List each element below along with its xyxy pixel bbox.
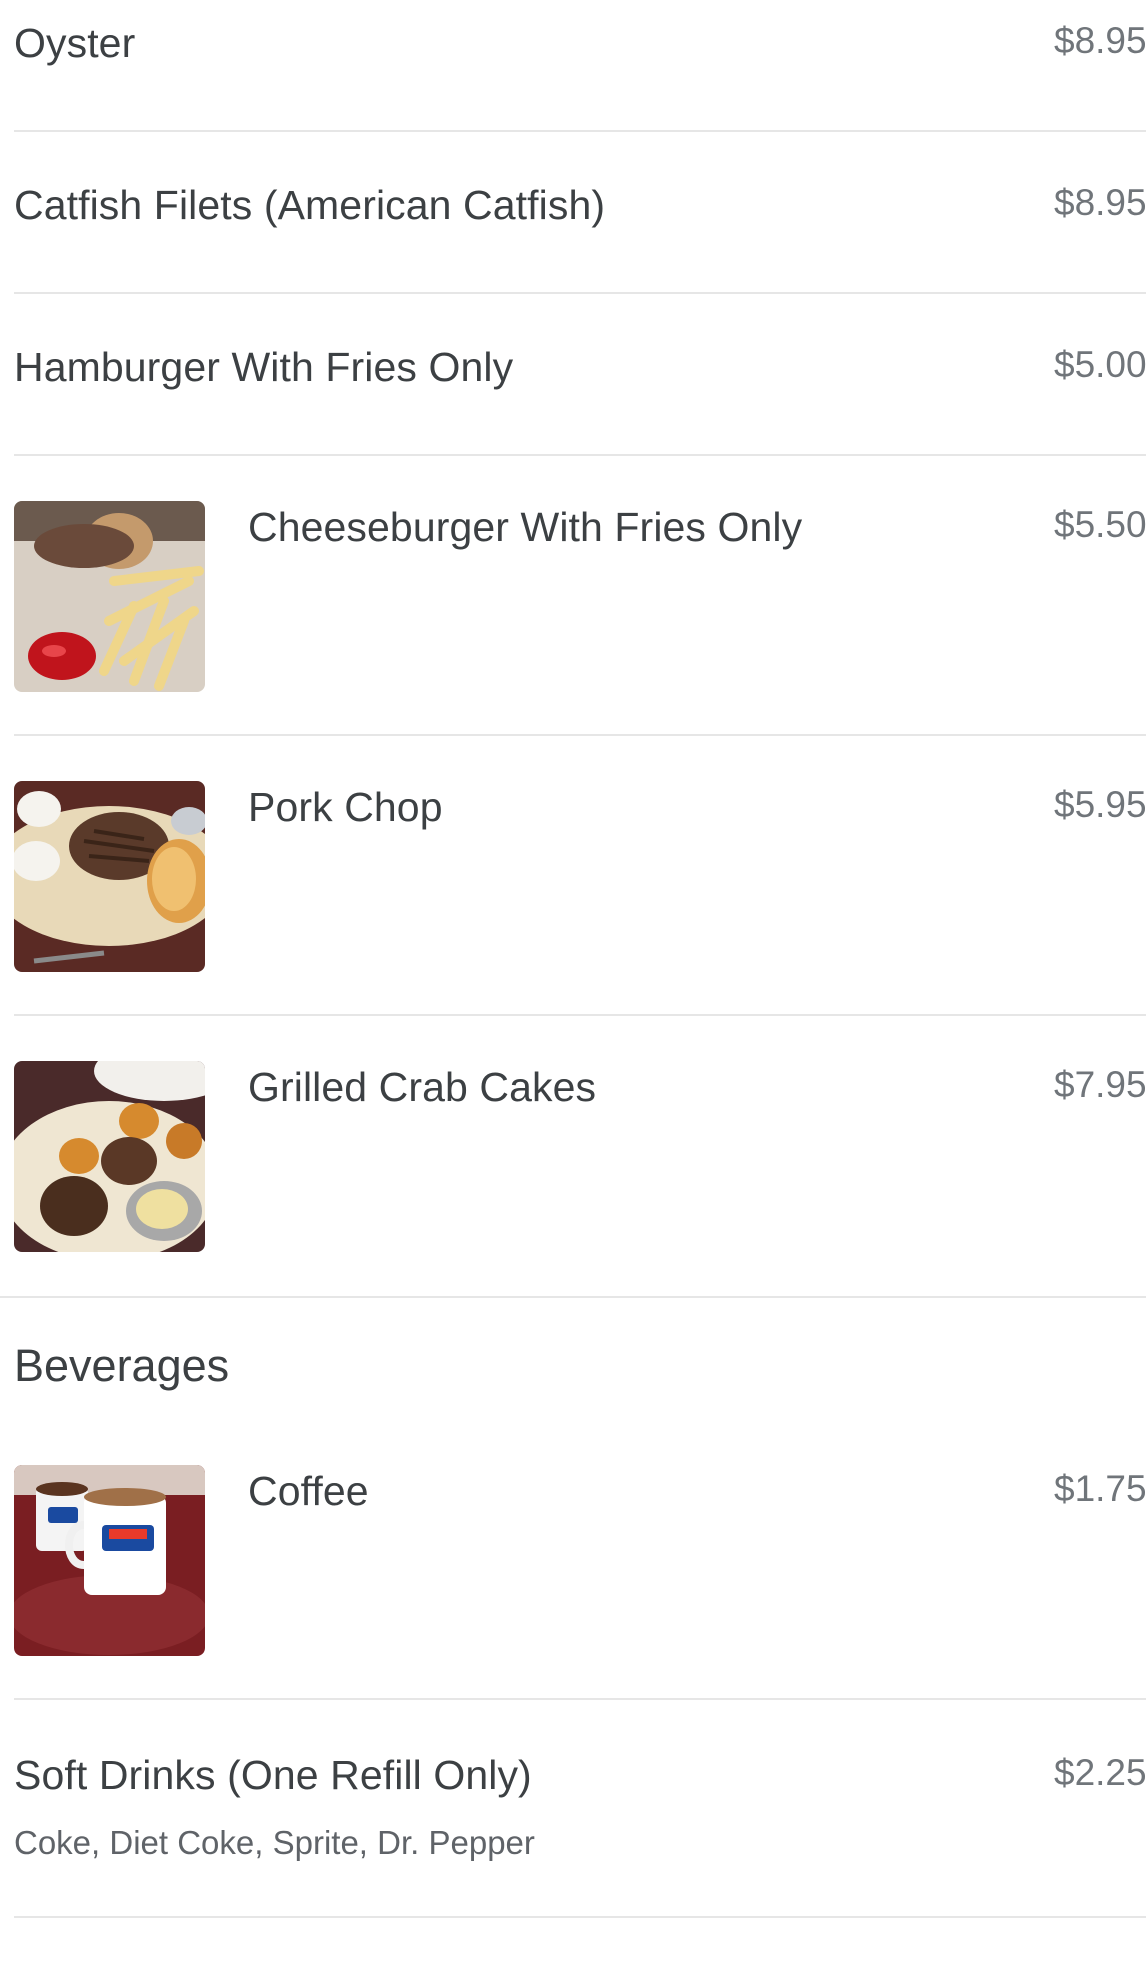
- menu-item-price: $5.00: [1054, 344, 1146, 385]
- menu-item-name: Soft Drinks (One Refill Only): [14, 1752, 532, 1798]
- menu-item-price: $5.50: [1054, 504, 1146, 545]
- section-divider: [0, 1296, 1146, 1298]
- menu-item[interactable]: Soft Drinks (One Refill Only) Coke, Diet…: [14, 1700, 1146, 1918]
- menu-item-name: Catfish Filets (American Catfish): [14, 182, 606, 228]
- menu-item-price: $8.95: [1054, 182, 1146, 223]
- menu-page: Oyster $8.95 Catfish Filets (American Ca…: [0, 0, 1146, 1970]
- menu-item[interactable]: Grilled Crab Cakes $7.95: [14, 1016, 1146, 1294]
- menu-item-name: Grilled Crab Cakes: [248, 1064, 597, 1110]
- menu-item-price: $5.95: [1054, 784, 1146, 825]
- menu-item[interactable]: Cheeseburger With Fries Only $5.50: [14, 456, 1146, 736]
- pork-chop-photo[interactable]: [14, 781, 205, 972]
- menu-item-name: Coffee: [248, 1468, 369, 1514]
- menu-item[interactable]: Hamburger With Fries Only $5.00: [14, 294, 1146, 456]
- menu-item-name: Oyster: [14, 20, 136, 66]
- menu-item-name: Pork Chop: [248, 784, 443, 830]
- menu-item[interactable]: Pork Chop $5.95: [14, 736, 1146, 1016]
- menu-item-name: Hamburger With Fries Only: [14, 344, 514, 390]
- cheeseburger-photo[interactable]: [14, 501, 205, 692]
- menu-item-price: $2.25: [1054, 1752, 1146, 1793]
- coffee-photo[interactable]: [14, 1465, 205, 1656]
- section-title-beverages: Beverages: [14, 1340, 230, 1391]
- menu-item-name: Cheeseburger With Fries Only: [248, 504, 803, 550]
- menu-item-price: $1.75: [1054, 1468, 1146, 1509]
- crab-cakes-photo[interactable]: [14, 1061, 205, 1252]
- menu-item-price: $7.95: [1054, 1064, 1146, 1105]
- menu-item[interactable]: Catfish Filets (American Catfish) $8.95: [14, 132, 1146, 294]
- menu-item-price: $8.95: [1054, 20, 1146, 61]
- menu-item[interactable]: Oyster $8.95: [14, 0, 1146, 132]
- menu-item[interactable]: Coffee $1.75: [14, 1420, 1146, 1700]
- menu-item-description: Coke, Diet Coke, Sprite, Dr. Pepper: [14, 1824, 535, 1861]
